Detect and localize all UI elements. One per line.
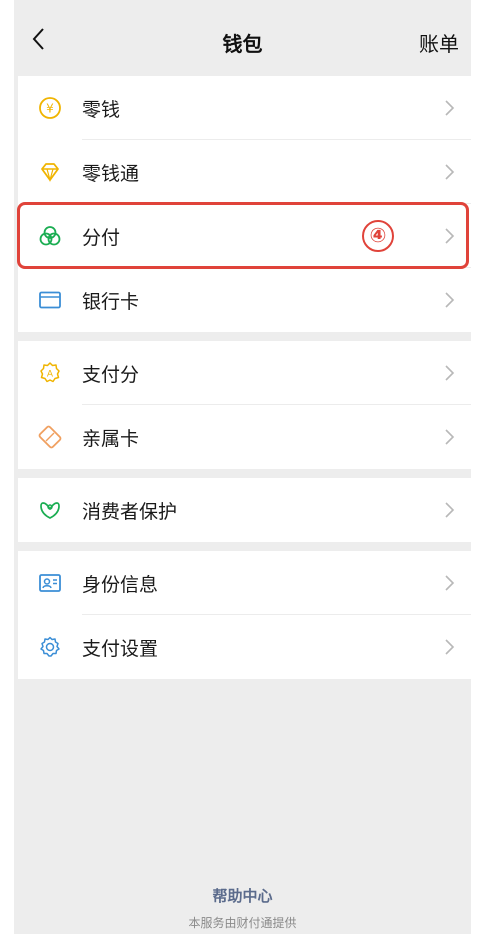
svg-text:A: A [47,370,54,380]
menu-item-lingqiantong[interactable]: 零钱通 [18,140,471,204]
wallet-group-2: A 支付分 亲属卡 [18,341,471,469]
menu-item-fenfu[interactable]: 分付 [18,204,471,268]
menu-item-label: 零钱 [82,99,121,121]
chevron-right-icon [445,429,455,445]
menu-item-label: 支付设置 [82,638,159,660]
service-provider-note: 本服务由财付通提供 [188,916,297,930]
wallet-group-3: 消费者保护 [18,478,471,542]
chevron-right-icon [445,639,455,655]
menu-item-label: 分付 [82,227,121,249]
svg-text:¥: ¥ [46,102,54,116]
bill-button[interactable]: 账单 [419,28,459,57]
wallet-screen: 钱包 账单 ¥ 零钱 零钱通 分付 银行卡 A 支付分 亲属卡 消费者保护 身份… [14,0,471,934]
bank-card-icon [38,288,62,312]
nav-bar: 钱包 账单 [14,0,471,76]
chevron-right-icon [445,502,455,518]
menu-item-label: 银行卡 [82,291,140,313]
page-title: 钱包 [222,32,263,56]
menu-item-label: 消费者保护 [82,501,178,523]
step-number-badge: ④ [362,220,394,252]
id-card-icon [38,571,62,595]
chevron-right-icon [445,365,455,381]
chevron-right-icon [445,228,455,244]
help-center-link[interactable]: 帮助中心 [14,885,471,906]
family-card-icon [38,425,62,449]
menu-item-change[interactable]: ¥ 零钱 [18,76,471,140]
menu-item-identity-info[interactable]: 身份信息 [18,551,471,615]
consumer-protection-icon [38,498,62,522]
menu-item-label: 零钱通 [82,163,140,185]
menu-item-label: 身份信息 [82,574,159,596]
wallet-group-4: 身份信息 支付设置 [18,551,471,679]
outer-frame-right [471,0,481,942]
payscore-icon: A [38,361,62,385]
menu-item-family-card[interactable]: 亲属卡 [18,405,471,469]
chevron-right-icon [445,100,455,116]
menu-item-payscore[interactable]: A 支付分 [18,341,471,405]
outer-frame-left [0,0,14,942]
menu-item-consumer-protection[interactable]: 消费者保护 [18,478,471,542]
outer-frame-bottom [0,934,481,942]
chevron-right-icon [445,292,455,308]
wallet-group-1: ¥ 零钱 零钱通 分付 银行卡 [18,76,471,332]
coin-yen-icon: ¥ [38,96,62,120]
menu-item-bank-card[interactable]: 银行卡 [18,268,471,332]
chevron-right-icon [445,164,455,180]
menu-item-payment-settings[interactable]: 支付设置 [18,615,471,679]
chevron-right-icon [445,575,455,591]
menu-item-label: 亲属卡 [82,428,140,450]
fenfu-icon [38,224,62,248]
menu-item-label: 支付分 [82,364,140,386]
gear-icon [38,635,62,659]
diamond-icon [38,160,62,184]
